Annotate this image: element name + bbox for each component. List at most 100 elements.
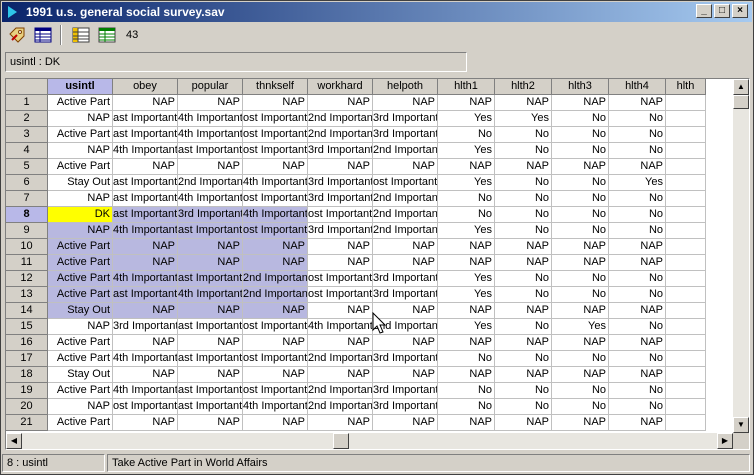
row-header[interactable]: 13 — [6, 287, 48, 303]
data-cell-usintl[interactable]: NAP — [48, 223, 113, 239]
data-cell-workhard[interactable]: NAP — [308, 303, 373, 319]
data-cell-popular[interactable]: NAP — [178, 303, 243, 319]
data-cell-hlth2[interactable]: NAP — [495, 95, 552, 111]
data-cell-obey[interactable]: NAP — [113, 367, 178, 383]
data-cell-thnkself[interactable]: 4th Important — [243, 175, 308, 191]
data-cell-popular[interactable]: NAP — [178, 335, 243, 351]
data-cell-hlth4[interactable]: NAP — [609, 255, 666, 271]
data-cell-obey[interactable]: ast Important — [113, 111, 178, 127]
data-cell-hlth1[interactable]: Yes — [438, 223, 495, 239]
data-cell-hlth4[interactable]: No — [609, 207, 666, 223]
data-cell-hlth4[interactable]: Yes — [609, 175, 666, 191]
data-cell-hlth1[interactable]: Yes — [438, 319, 495, 335]
cell-reference-field[interactable]: usintl : DK — [5, 52, 467, 72]
data-cell-hlth-partial[interactable] — [666, 399, 706, 415]
data-cell-thnkself[interactable]: ost Important — [243, 111, 308, 127]
vertical-scrollbar[interactable]: ▲ ▼ — [733, 79, 749, 433]
data-cell-hlth3[interactable]: NAP — [552, 255, 609, 271]
data-cell-obey[interactable]: 3rd Important — [113, 319, 178, 335]
data-cell-usintl[interactable]: NAP — [48, 399, 113, 415]
data-cell-hlth1[interactable]: No — [438, 207, 495, 223]
data-cell-hlth-partial[interactable] — [666, 175, 706, 191]
data-cell-thnkself[interactable]: ost Important — [243, 191, 308, 207]
data-cell-hlth-partial[interactable] — [666, 383, 706, 399]
data-cell-hlth-partial[interactable] — [666, 415, 706, 431]
data-cell-popular[interactable]: 4th Important — [178, 191, 243, 207]
data-cell-obey[interactable]: ost Important — [113, 399, 178, 415]
data-cell-workhard[interactable]: 4th Important — [308, 319, 373, 335]
data-cell-hlth2[interactable]: No — [495, 383, 552, 399]
data-cell-popular[interactable]: 4th Important — [178, 111, 243, 127]
data-cell-hlth-partial[interactable] — [666, 319, 706, 335]
data-cell-hlth1[interactable]: Yes — [438, 143, 495, 159]
column-header-hlth[interactable]: hlth — [666, 79, 706, 95]
data-cell-hlth-partial[interactable] — [666, 207, 706, 223]
data-cell-hlth1[interactable]: NAP — [438, 95, 495, 111]
data-cell-helpoth[interactable]: NAP — [373, 255, 438, 271]
row-header[interactable]: 1 — [6, 95, 48, 111]
close-button[interactable]: × — [732, 4, 748, 18]
data-cell-hlth4[interactable]: NAP — [609, 367, 666, 383]
data-cell-workhard[interactable]: NAP — [308, 367, 373, 383]
data-cell-obey[interactable]: NAP — [113, 303, 178, 319]
data-cell-hlth4[interactable]: No — [609, 271, 666, 287]
data-cell-hlth-partial[interactable] — [666, 303, 706, 319]
row-header[interactable]: 16 — [6, 335, 48, 351]
data-cell-helpoth[interactable]: NAP — [373, 159, 438, 175]
data-cell-hlth1[interactable]: NAP — [438, 159, 495, 175]
data-cell-hlth1[interactable]: Yes — [438, 111, 495, 127]
data-cell-thnkself[interactable]: ost Important — [243, 383, 308, 399]
data-cell-hlth3[interactable]: No — [552, 223, 609, 239]
data-cell-helpoth[interactable]: 3rd Important — [373, 383, 438, 399]
row-header[interactable]: 4 — [6, 143, 48, 159]
data-cell-hlth1[interactable]: NAP — [438, 335, 495, 351]
data-cell-workhard[interactable]: NAP — [308, 415, 373, 431]
data-cell-hlth4[interactable]: No — [609, 111, 666, 127]
data-cell-hlth3[interactable]: NAP — [552, 95, 609, 111]
data-cell-hlth-partial[interactable] — [666, 367, 706, 383]
data-cell-hlth2[interactable]: NAP — [495, 303, 552, 319]
data-cell-thnkself[interactable]: NAP — [243, 303, 308, 319]
data-cell-usintl[interactable]: Active Part — [48, 127, 113, 143]
data-cell-hlth1[interactable]: No — [438, 383, 495, 399]
data-cell-hlth3[interactable]: No — [552, 351, 609, 367]
column-header-popular[interactable]: popular — [178, 79, 243, 95]
column-header-helpoth[interactable]: helpoth — [373, 79, 438, 95]
data-cell-hlth-partial[interactable] — [666, 239, 706, 255]
data-cell-workhard[interactable]: NAP — [308, 239, 373, 255]
data-cell-hlth-partial[interactable] — [666, 271, 706, 287]
data-cell-hlth2[interactable]: No — [495, 319, 552, 335]
data-cell-obey[interactable]: NAP — [113, 95, 178, 111]
data-cell-hlth1[interactable]: No — [438, 127, 495, 143]
row-header[interactable]: 14 — [6, 303, 48, 319]
data-cell-hlth3[interactable]: No — [552, 399, 609, 415]
data-cell-workhard[interactable]: ost Important — [308, 287, 373, 303]
data-cell-workhard[interactable]: NAP — [308, 159, 373, 175]
data-cell-hlth4[interactable]: No — [609, 287, 666, 303]
data-cell-hlth1[interactable]: Yes — [438, 175, 495, 191]
data-cell-workhard[interactable]: 3rd Important — [308, 191, 373, 207]
data-cell-hlth3[interactable]: No — [552, 127, 609, 143]
data-cell-popular[interactable]: NAP — [178, 95, 243, 111]
data-cell-thnkself[interactable]: ost Important — [243, 223, 308, 239]
data-cell-hlth4[interactable]: NAP — [609, 415, 666, 431]
data-cell-hlth2[interactable]: No — [495, 143, 552, 159]
data-cell-hlth-partial[interactable] — [666, 127, 706, 143]
column-header-hlth1[interactable]: hlth1 — [438, 79, 495, 95]
data-cell-hlth2[interactable]: No — [495, 271, 552, 287]
data-cell-hlth4[interactable]: NAP — [609, 303, 666, 319]
data-cell-obey[interactable]: NAP — [113, 159, 178, 175]
data-cell-popular[interactable]: ast Important — [178, 383, 243, 399]
data-cell-thnkself[interactable]: 4th Important — [243, 207, 308, 223]
data-cell-hlth2[interactable]: NAP — [495, 239, 552, 255]
data-cell-workhard[interactable]: 2nd Important — [308, 383, 373, 399]
data-cell-thnkself[interactable]: ost Important — [243, 351, 308, 367]
maximize-button[interactable]: □ — [714, 4, 730, 18]
row-header[interactable]: 8 — [6, 207, 48, 223]
row-header[interactable]: 11 — [6, 255, 48, 271]
data-cell-obey[interactable]: ast Important — [113, 191, 178, 207]
data-cell-hlth2[interactable]: NAP — [495, 255, 552, 271]
use-sets-button[interactable] — [96, 24, 118, 46]
data-cell-hlth3[interactable]: No — [552, 191, 609, 207]
row-header[interactable]: 20 — [6, 399, 48, 415]
